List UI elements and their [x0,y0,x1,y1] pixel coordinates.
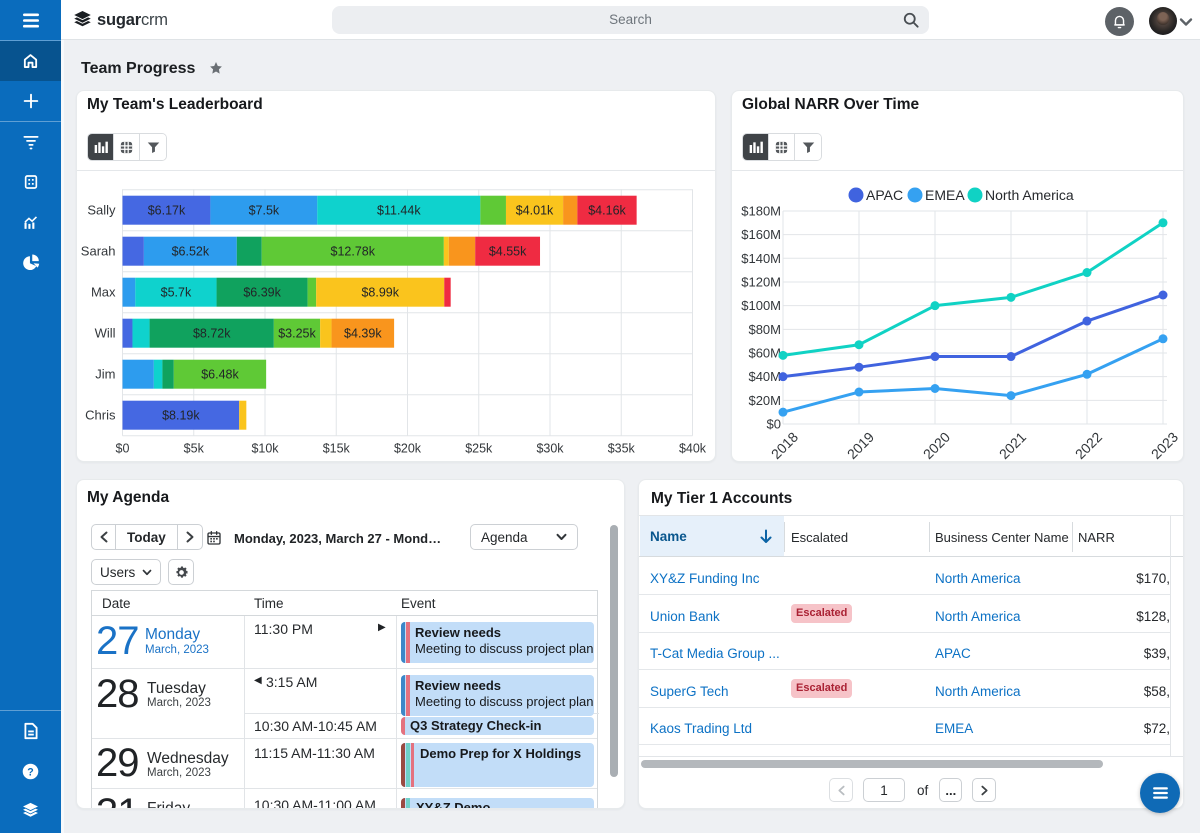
svg-text:$140M: $140M [741,251,781,266]
svg-text:2019: 2019 [844,429,877,462]
svg-text:2018: 2018 [768,429,801,462]
svg-text:$100M: $100M [741,298,781,313]
svg-text:$120M: $120M [741,274,781,289]
svg-text:$5k: $5k [184,442,205,456]
svg-text:$7.5k: $7.5k [249,204,280,218]
svg-text:$4.16k: $4.16k [588,204,626,218]
svg-text:$20k: $20k [394,442,422,456]
svg-text:$6.52k: $6.52k [172,245,210,259]
svg-text:$8.19k: $8.19k [162,409,200,423]
svg-text:?: ? [27,766,33,778]
svg-text:$10k: $10k [251,442,279,456]
svg-text:$35k: $35k [608,442,636,456]
svg-text:$6.17k: $6.17k [148,204,186,218]
svg-text:$4.39k: $4.39k [344,327,382,341]
svg-text:$6.39k: $6.39k [243,286,281,300]
svg-text:$6.48k: $6.48k [201,368,239,382]
svg-text:$40k: $40k [679,442,707,456]
svg-text:$60M: $60M [748,345,781,360]
svg-text:2023: 2023 [1148,429,1181,462]
svg-text:Max: Max [91,285,116,300]
svg-text:$0: $0 [116,442,130,456]
svg-text:Will: Will [95,326,116,341]
svg-text:$8.72k: $8.72k [193,327,231,341]
svg-text:Chris: Chris [85,408,116,423]
svg-text:$5.7k: $5.7k [161,286,192,300]
svg-text:$80M: $80M [748,322,781,337]
svg-text:$160M: $160M [741,227,781,242]
svg-text:$40M: $40M [748,369,781,384]
svg-text:$30k: $30k [536,442,564,456]
svg-text:$180M: $180M [741,203,781,218]
svg-text:2020: 2020 [920,429,953,462]
svg-text:$8.99k: $8.99k [361,286,399,300]
svg-text:EMEA: EMEA [925,187,965,203]
svg-text:$15k: $15k [323,442,351,456]
svg-text:$11.44k: $11.44k [377,204,421,218]
svg-text:APAC: APAC [866,187,903,203]
svg-text:$25k: $25k [465,442,493,456]
svg-text:$4.55k: $4.55k [489,245,527,259]
svg-text:$20M: $20M [748,393,781,408]
svg-text:Jim: Jim [95,367,115,382]
svg-text:$0: $0 [767,417,781,432]
svg-text:$12.78k: $12.78k [331,245,376,259]
svg-text:Sarah: Sarah [81,244,116,259]
svg-text:North America: North America [985,187,1074,203]
svg-text:Sally: Sally [87,203,116,218]
svg-text:2022: 2022 [1072,429,1105,462]
svg-text:2021: 2021 [996,429,1029,462]
svg-text:$3.25k: $3.25k [278,327,316,341]
svg-text:$4.01k: $4.01k [516,204,554,218]
